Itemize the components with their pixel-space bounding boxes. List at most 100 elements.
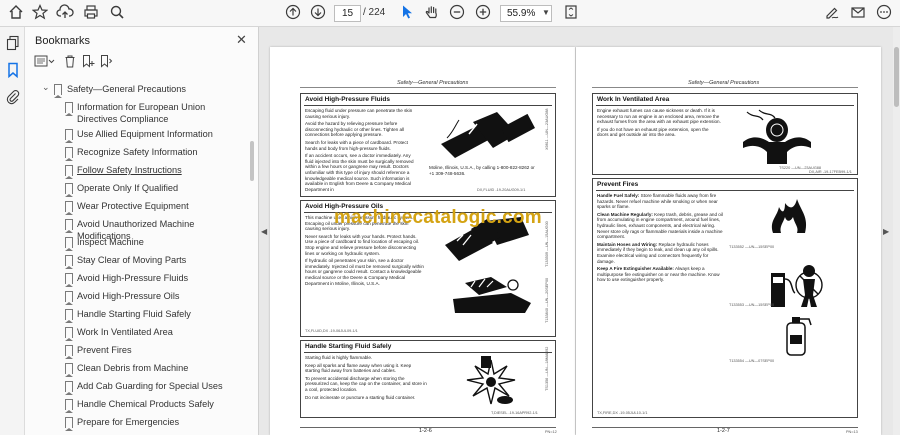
bookmark-item[interactable]: Prepare for Emergencies [25, 414, 245, 432]
zoom-in-icon[interactable] [473, 4, 493, 22]
bookmark-flag-icon [65, 399, 73, 413]
home-icon[interactable] [6, 4, 26, 22]
bookmark-label: Add Cab Guarding for Special Uses [77, 381, 223, 391]
bookmark-flag-icon [65, 345, 73, 359]
bookmark-flag-icon [65, 309, 73, 323]
figure-code: TS1356 —UN—18MAR92 [545, 346, 549, 391]
bookmark-item[interactable]: Avoid Unauthorized Machine Modifications [25, 216, 245, 241]
chevron-down-icon[interactable]: ⌄ [42, 82, 50, 93]
bookmark-label: Work In Ventilated Area [77, 327, 173, 337]
print-icon[interactable] [81, 4, 101, 22]
bookmark-label: Recognize Safety Information [77, 147, 198, 157]
figure-ref: DX,FLUID -19-20AUG09-1/1 [477, 188, 526, 192]
chevron-down-icon[interactable]: ▼ [542, 8, 550, 17]
oil-injury-illustration [453, 277, 531, 313]
bookmark-label: Avoid High-Pressure Oils [77, 291, 180, 301]
section-text: This machine uses a high-pressure hydrau… [305, 215, 424, 286]
bookmark-parent[interactable]: ⌄ Safety—General Precautions [25, 81, 245, 99]
previous-spread-icon[interactable]: ◀ [261, 227, 267, 236]
safety-section: Avoid High-Pressure Fluids Escaping flui… [300, 93, 556, 197]
sign-icon[interactable] [822, 4, 842, 22]
bookmark-flag-icon [65, 165, 73, 179]
bookmark-item[interactable]: Recognize Safety Information [25, 144, 245, 162]
scrollbar-thumb[interactable] [894, 47, 899, 107]
bookmark-item[interactable]: Work In Ventilated Area [25, 324, 245, 342]
page-id: PN=12 [545, 430, 557, 434]
mail-icon[interactable] [848, 4, 868, 22]
expand-bookmark-icon[interactable] [97, 54, 115, 72]
bookmark-label: Avoid High-Pressure Fluids [77, 273, 189, 283]
section-text: Engine exhaust fumes can cause sickness … [597, 108, 721, 138]
bookmark-item[interactable]: Avoid High-Pressure Fluids [25, 270, 245, 288]
bookmark-label: Inspect Machine [77, 237, 144, 247]
section-title: Prevent Fires [597, 181, 639, 188]
options-menu-icon[interactable] [33, 54, 57, 72]
figure-ref: TX,FIRE,DX -19-05JUL10-1/1 [597, 411, 648, 415]
figure-code: T133552 —UN—15SEP00 [729, 245, 775, 249]
next-page-icon[interactable] [308, 4, 328, 22]
cloud-upload-icon[interactable] [55, 4, 75, 22]
close-icon[interactable]: ✕ [236, 32, 247, 48]
star-icon[interactable] [30, 4, 50, 22]
bookmark-item[interactable]: Prevent Fires [25, 342, 245, 360]
vertical-scrollbar[interactable] [893, 27, 900, 435]
page-number-input[interactable]: 15 [334, 5, 361, 22]
bookmark-flag-icon [65, 381, 73, 395]
bookmark-item[interactable]: Clean Debris from Machine [25, 360, 245, 378]
bookmark-label: Handle Starting Fluid Safely [77, 309, 191, 319]
bookmark-label: Safety—General Precautions [67, 84, 186, 94]
previous-page-icon[interactable] [283, 4, 303, 22]
high-pressure-fluid-illustration [441, 112, 535, 158]
delete-bookmark-icon[interactable] [61, 54, 79, 72]
next-spread-icon[interactable]: ▶ [883, 227, 889, 236]
figure-code: T133554 —UN—07SEP00 [729, 359, 775, 363]
bookmark-list: ⌄ Safety—General Precautions Information… [25, 79, 259, 435]
bookmark-item[interactable]: Handle Chemical Products Safely [25, 396, 245, 414]
search-icon[interactable] [107, 4, 127, 22]
attachment-icon[interactable] [3, 89, 22, 108]
more-options-icon[interactable] [874, 4, 894, 22]
page-id: PN=13 [846, 430, 858, 434]
section-text: Escaping fluid under pressure can penetr… [305, 108, 414, 192]
bookmark-item[interactable]: Follow Safety Instructions [25, 162, 245, 180]
exhaust-fumes-illustration [743, 109, 811, 164]
bookmark-item[interactable]: Information for European Union Directive… [25, 99, 245, 125]
section-title: Work In Ventilated Area [597, 96, 670, 103]
select-cursor-icon[interactable] [397, 4, 417, 22]
bookmark-icon[interactable] [3, 62, 22, 81]
new-bookmark-icon[interactable] [79, 54, 97, 72]
flame-icon [771, 199, 807, 233]
page-number: 1-2-6 [419, 428, 432, 434]
running-head: Safety—General Precautions [688, 80, 760, 86]
figure-code: T133553 —UN—15SEP00 [729, 303, 775, 307]
bookmark-scrollbar[interactable] [250, 141, 254, 181]
bookmark-label: Follow Safety Instructions [77, 165, 182, 175]
bookmark-flag-icon [65, 291, 73, 305]
bookmark-label: Operate Only If Qualified [77, 183, 179, 193]
bookmark-item[interactable]: Wear Protective Equipment [25, 198, 245, 216]
starting-fluid-illustration [466, 356, 516, 405]
page-thumbnails-icon[interactable] [3, 35, 22, 54]
bookmark-flag-icon [54, 84, 62, 98]
bookmark-item[interactable]: Avoid High-Pressure Oils [25, 288, 245, 306]
bookmark-flag-icon [65, 273, 73, 287]
bookmark-item[interactable]: Use Allied Equipment Information [25, 126, 245, 144]
bookmark-item[interactable]: Inspect Machine [25, 234, 245, 252]
hand-tool-icon[interactable] [422, 4, 442, 22]
bookmark-label: Wear Protective Equipment [77, 201, 189, 211]
bookmark-flag-icon [65, 201, 73, 215]
bookmark-item[interactable]: Stay Clear of Moving Parts [25, 252, 245, 270]
fit-page-icon[interactable] [561, 4, 581, 22]
running-head: Safety—General Precautions [397, 80, 469, 86]
safety-section: Work In Ventilated Area Engine exhaust f… [592, 93, 858, 175]
document-viewer[interactable]: ◀ ▶ Safety—General Precautions Avoid Hig… [259, 27, 900, 435]
section-text: Handle Fuel Safely: Store flammable flui… [597, 193, 723, 283]
bookmark-item[interactable]: Add Cab Guarding for Special Uses [25, 378, 245, 396]
safety-section: Prevent Fires Handle Fuel Safely: Store … [592, 178, 858, 418]
divider [592, 87, 858, 88]
bookmark-item[interactable]: Handle Starting Fluid Safely [25, 306, 245, 324]
section-text: Starting fluid is highly flammable. Keep… [305, 355, 427, 400]
figure-code: T133509 —UN—15AUG00 [545, 221, 549, 267]
bookmark-item[interactable]: Operate Only If Qualified [25, 180, 245, 198]
zoom-out-icon[interactable] [447, 4, 467, 22]
